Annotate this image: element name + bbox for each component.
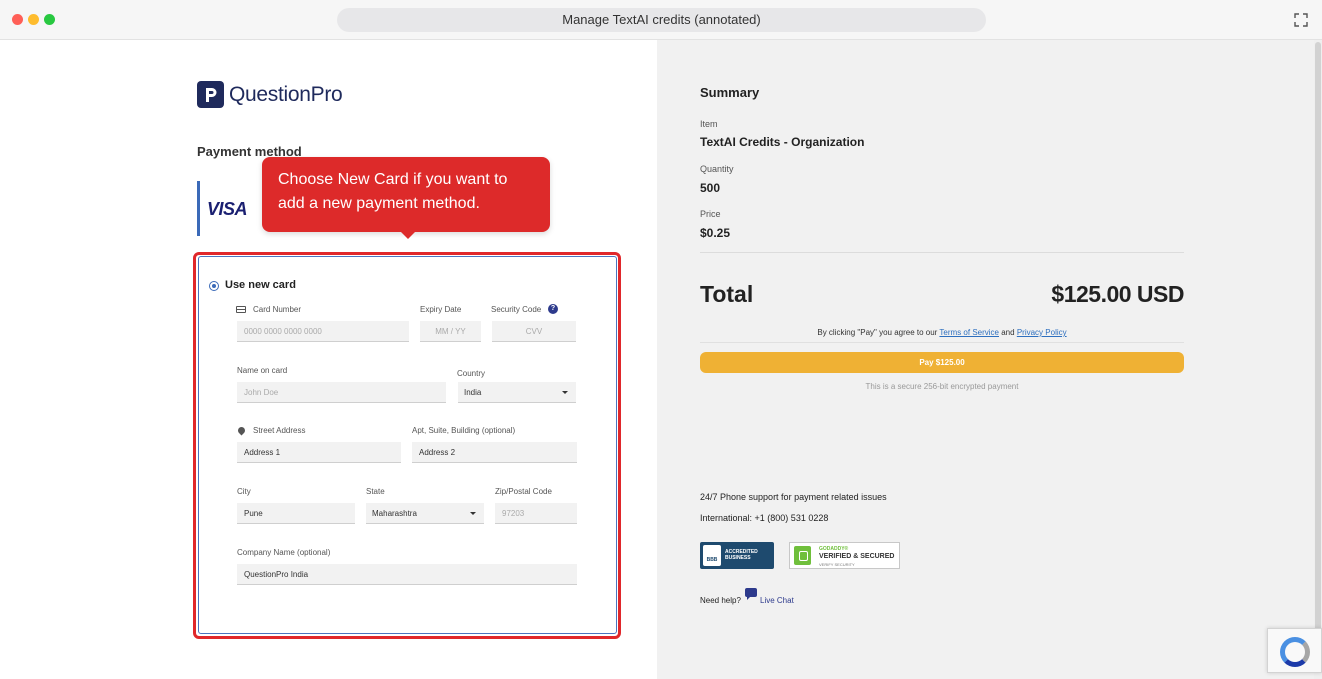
chat-icon[interactable] <box>745 588 757 600</box>
godaddy-secured-badge[interactable]: GODADDY® VERIFIED & SECURED VERIFY SECUR… <box>789 542 900 569</box>
company-name-label: Company Name (optional) <box>237 548 331 557</box>
street-address-input[interactable]: Address 1 <box>237 442 401 463</box>
total-label: Total <box>700 281 754 307</box>
zip-code-input[interactable]: 97203 <box>495 503 577 524</box>
window-titlebar: Manage TextAI credits (annotated) <box>0 0 1322 40</box>
scrollbar-thumb[interactable] <box>1315 42 1321 670</box>
questionpro-logo: QuestionPro <box>197 81 343 108</box>
bbb-accredited-badge[interactable]: BBB ACCREDITED BUSINESS <box>700 542 774 569</box>
name-on-card-input[interactable]: John Doe <box>237 382 446 403</box>
window-title: Manage TextAI credits (annotated) <box>337 8 986 32</box>
state-select[interactable]: Maharashtra <box>366 503 484 524</box>
summary-heading: Summary <box>700 85 760 100</box>
godaddy-brand: GODADDY® <box>819 546 849 552</box>
chevron-down-icon <box>562 391 568 394</box>
logo-mark-icon <box>197 81 224 108</box>
scrollbar[interactable] <box>1314 40 1322 679</box>
live-chat-link[interactable]: Live Chat <box>760 596 794 605</box>
item-label: Item <box>700 119 718 129</box>
price-value: $0.25 <box>700 226 731 240</box>
pay-button[interactable]: Pay $125.00 <box>700 352 1184 373</box>
support-line: 24/7 Phone support for payment related i… <box>700 492 887 502</box>
zip-code-label: Zip/Postal Code <box>495 487 552 496</box>
secure-payment-note: This is a secure 256-bit encrypted payme… <box>865 382 1019 391</box>
city-input[interactable]: Pune <box>237 503 355 524</box>
use-new-card-label[interactable]: Use new card <box>225 279 296 291</box>
country-select[interactable]: India <box>458 382 576 403</box>
help-icon[interactable]: ? <box>548 304 558 314</box>
card-number-input[interactable]: 0000 0000 0000 0000 <box>237 321 409 342</box>
card-number-label: Card Number <box>253 305 302 314</box>
security-code-input[interactable]: CVV <box>492 321 576 342</box>
visa-logo: VISA <box>207 199 248 219</box>
privacy-policy-link[interactable]: Privacy Policy <box>1017 328 1067 337</box>
zoom-window-button[interactable] <box>44 14 55 25</box>
godaddy-verified-text: VERIFIED & SECURED <box>819 553 895 560</box>
credit-card-icon <box>236 306 246 313</box>
use-new-card-radio[interactable] <box>209 281 219 291</box>
agree-text: By clicking "Pay" you agree to our Terms… <box>700 328 1184 337</box>
agree-prefix: By clicking "Pay" you agree to our <box>817 328 938 337</box>
street-address-label: Street Address <box>253 426 306 435</box>
agree-and: and <box>1001 328 1015 337</box>
bbb-badge-text: ACCREDITED BUSINESS <box>725 549 758 561</box>
bbb-logo-icon: BBB <box>703 545 721 566</box>
logo-text: QuestionPro <box>229 82 343 106</box>
state-value: Maharashtra <box>372 509 417 518</box>
annotation-tooltip: Choose New Card if you want to add a new… <box>262 157 550 239</box>
apt-suite-input[interactable]: Address 2 <box>412 442 577 463</box>
apt-suite-label: Apt, Suite, Building (optional) <box>412 426 516 435</box>
godaddy-sub-text: VERIFY SECURITY <box>819 562 855 567</box>
summary-divider <box>700 252 1184 253</box>
bbb-line2: BUSINESS <box>725 555 751 561</box>
close-window-button[interactable] <box>12 14 23 25</box>
saved-visa-card[interactable]: VISA <box>197 181 253 236</box>
country-value: India <box>464 388 482 397</box>
need-help-text: Need help? <box>700 596 741 605</box>
quantity-value: 500 <box>700 181 721 195</box>
price-label: Price <box>700 209 721 219</box>
divider <box>700 342 1184 343</box>
city-label: City <box>237 487 251 496</box>
country-label: Country <box>457 369 486 378</box>
minimize-window-button[interactable] <box>28 14 39 25</box>
recaptcha-badge[interactable] <box>1267 628 1322 673</box>
recaptcha-icon <box>1280 637 1310 667</box>
lock-icon <box>794 546 811 565</box>
expand-icon[interactable] <box>1294 13 1308 27</box>
chevron-down-icon <box>470 512 476 515</box>
expiry-date-label: Expiry Date <box>420 305 462 314</box>
total-value: $125.00 USD <box>1051 281 1184 307</box>
item-value: TextAI Credits - Organization <box>700 135 865 149</box>
state-label: State <box>366 487 385 496</box>
phone-line: International: +1 (800) 531 0228 <box>700 513 829 523</box>
company-name-input[interactable]: QuestionPro India <box>237 564 577 585</box>
terms-of-service-link[interactable]: Terms of Service <box>939 328 999 337</box>
expiry-date-input[interactable]: MM / YY <box>420 321 481 342</box>
security-code-label: Security Code <box>491 305 542 314</box>
quantity-label: Quantity <box>700 164 734 174</box>
name-on-card-label: Name on card <box>237 366 288 375</box>
